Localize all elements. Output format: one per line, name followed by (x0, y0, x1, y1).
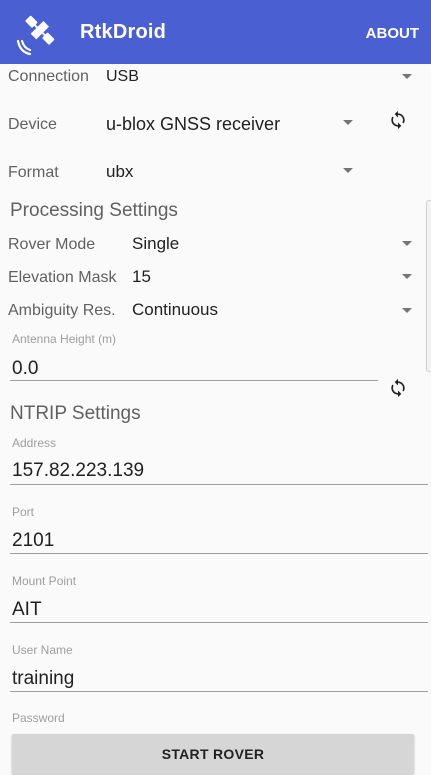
dropdown-arrow-icon (343, 120, 353, 125)
ambiguity-res-value: Continuous (132, 300, 219, 319)
start-rover-button[interactable]: START ROVER (12, 734, 414, 774)
mount-point-underline (10, 622, 428, 623)
dropdown-arrow-icon (402, 274, 412, 279)
ambiguity-res-label: Ambiguity Res. (8, 302, 116, 319)
dropdown-arrow-icon (402, 241, 412, 246)
rover-mode-label: Rover Mode (8, 236, 96, 253)
antenna-height-input[interactable]: 0.0 (12, 358, 38, 380)
address-input[interactable]: 157.82.223.139 (12, 460, 144, 482)
mount-point-label: Mount Point (12, 574, 77, 588)
device-label: Device (8, 116, 57, 133)
user-name-input[interactable]: training (12, 668, 74, 690)
dropdown-arrow-icon (402, 308, 412, 313)
format-label: Format (8, 164, 59, 181)
ntrip-settings-heading: NTRIP Settings (10, 403, 141, 424)
refresh-icon[interactable] (388, 378, 408, 398)
app-title: RtkDroid (80, 21, 167, 43)
elevation-mask-label: Elevation Mask (8, 269, 117, 286)
mount-point-input[interactable]: AIT (12, 599, 42, 621)
about-button[interactable]: ABOUT (366, 25, 419, 42)
device-value: u-blox GNSS receiver (106, 114, 281, 134)
satellite-icon (16, 15, 55, 56)
antenna-height-label: Antenna Height (m) (12, 332, 117, 346)
rover-mode-value: Single (132, 234, 180, 253)
password-label: Password (12, 711, 65, 725)
user-name-label: User Name (12, 643, 73, 657)
address-underline (10, 484, 428, 485)
connection-value: USB (106, 68, 139, 85)
user-name-underline (10, 691, 428, 692)
format-value: ubx (106, 162, 134, 181)
dropdown-arrow-icon (343, 168, 353, 173)
elevation-mask-value: 15 (132, 267, 151, 286)
dropdown-arrow-icon (402, 74, 412, 79)
scrollbar[interactable] (426, 200, 431, 372)
antenna-height-underline (10, 380, 378, 381)
processing-settings-heading: Processing Settings (10, 200, 178, 221)
refresh-icon[interactable] (388, 110, 408, 130)
port-underline (10, 553, 428, 554)
address-label: Address (12, 436, 57, 450)
connection-label: Connection (8, 68, 89, 85)
port-label: Port (12, 505, 35, 519)
port-input[interactable]: 2101 (12, 530, 54, 552)
app-bar: RtkDroid ABOUT (0, 0, 431, 64)
